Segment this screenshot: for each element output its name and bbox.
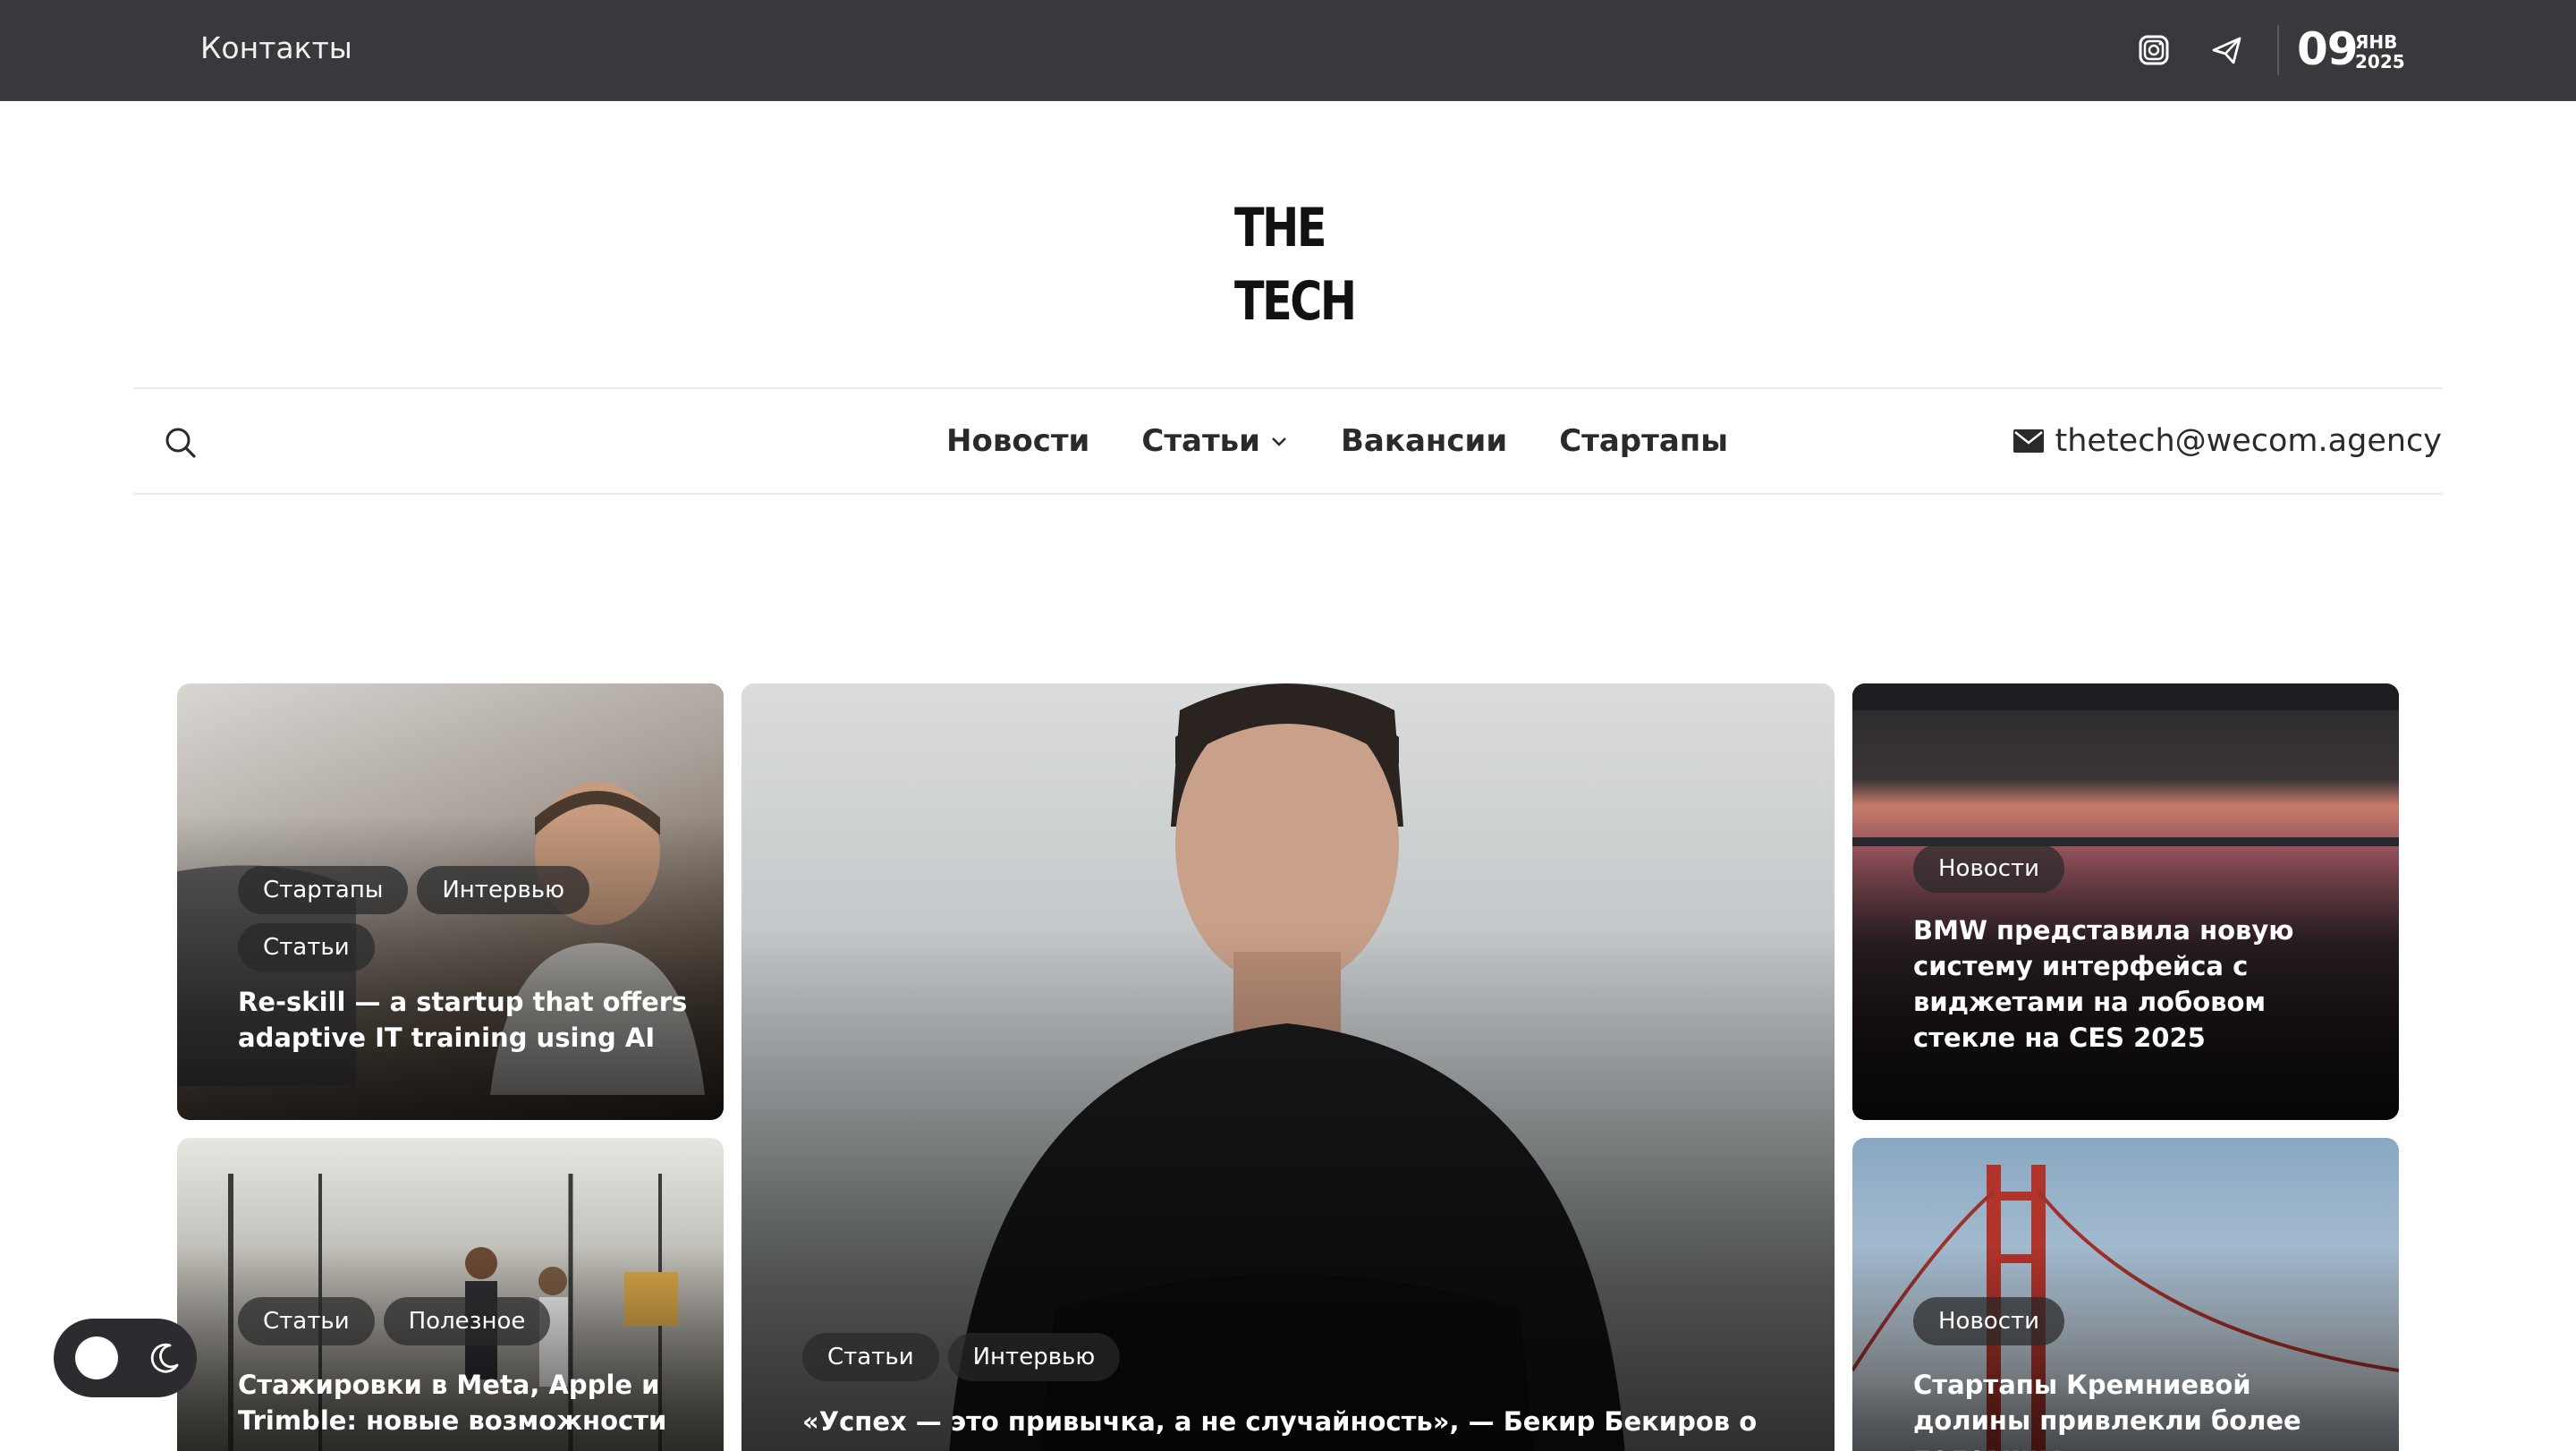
card-tags: Стартапы Интервью Статьи — [238, 866, 614, 972]
nav-item-news[interactable]: Новости — [946, 423, 1089, 459]
contacts-link[interactable]: Контакты — [200, 30, 352, 65]
date-year: 2025 — [2355, 51, 2405, 72]
top-bar: Контакты 09 ЯНВ 2025 — [0, 0, 2576, 101]
news-card[interactable]: Новости BMW представила новую систему ин… — [1852, 683, 2399, 1120]
email-address: thetech@wecom.agency — [2055, 423, 2443, 459]
nav-item-articles[interactable]: Статьи — [1141, 423, 1289, 459]
nav-item-label: Вакансии — [1341, 423, 1508, 459]
tag[interactable]: Интервью — [947, 1333, 1121, 1381]
nav-item-startups[interactable]: Стартапы — [1559, 423, 1728, 459]
nav-item-vacancies[interactable]: Вакансии — [1341, 423, 1507, 459]
tag[interactable]: Новости — [1913, 844, 2065, 893]
logo-line-1: THE — [1234, 197, 1326, 259]
main-nav: Новости Статьи Вакансии Стартапы thetech… — [134, 387, 2442, 495]
tag[interactable]: Интервью — [417, 866, 589, 914]
toggle-knob — [75, 1336, 118, 1379]
search-icon[interactable] — [163, 425, 199, 461]
tag[interactable]: Статьи — [238, 1297, 375, 1345]
nav-item-label: Стартапы — [1559, 423, 1729, 459]
card-tags: Статьи Интервью — [802, 1333, 1121, 1381]
logo-line-2: TECH — [1234, 270, 1357, 333]
date-month: ЯНВ — [2355, 31, 2398, 53]
card-title[interactable]: «Успех — это привычка, а не случайность»… — [802, 1404, 1804, 1451]
topbar-divider — [2277, 25, 2279, 75]
date-day: 09 — [2297, 23, 2359, 75]
date-month-year: ЯНВ 2025 — [2355, 32, 2405, 72]
tag[interactable]: Стартапы — [238, 866, 409, 914]
chevron-down-icon — [1272, 437, 1286, 446]
envelope-icon — [2012, 429, 2044, 453]
card-title[interactable]: Стажировки в Meta, Apple и Trimble: новы… — [238, 1367, 685, 1438]
tag[interactable]: Полезное — [383, 1297, 551, 1345]
card-title[interactable]: Re-skill — a startup that offers adaptiv… — [238, 984, 703, 1056]
card-tags: Новости — [1913, 844, 2065, 893]
card-title[interactable]: Стартапы Кремниевой долины привлекли бол… — [1913, 1367, 2360, 1451]
moon-icon — [150, 1343, 179, 1373]
site-logo[interactable]: THE TECH — [1234, 191, 1357, 338]
news-card[interactable]: Стартапы Интервью Статьи Re-skill — a st… — [177, 683, 724, 1120]
nav-item-label: Статьи — [1141, 423, 1261, 459]
instagram-icon[interactable] — [2136, 32, 2172, 68]
email-link[interactable]: thetech@wecom.agency — [2012, 423, 2443, 459]
nav-item-label: Новости — [946, 423, 1090, 459]
theme-toggle[interactable] — [54, 1319, 197, 1397]
tag[interactable]: Статьи — [238, 923, 375, 972]
card-tags: Статьи Полезное — [238, 1297, 551, 1345]
tag[interactable]: Статьи — [802, 1333, 939, 1381]
nav-menu: Новости Статьи Вакансии Стартапы — [946, 423, 1728, 459]
card-title[interactable]: BMW представила новую систему интерфейса… — [1913, 912, 2360, 1056]
tag[interactable]: Новости — [1913, 1297, 2065, 1345]
news-card[interactable]: Новости Стартапы Кремниевой долины привл… — [1852, 1138, 2399, 1451]
card-tags: Новости — [1913, 1297, 2065, 1345]
featured-card[interactable]: Статьи Интервью «Успех — это привычка, а… — [741, 683, 1835, 1451]
news-card[interactable]: Статьи Полезное Стажировки в Meta, Apple… — [177, 1138, 724, 1451]
telegram-icon[interactable] — [2209, 32, 2245, 68]
